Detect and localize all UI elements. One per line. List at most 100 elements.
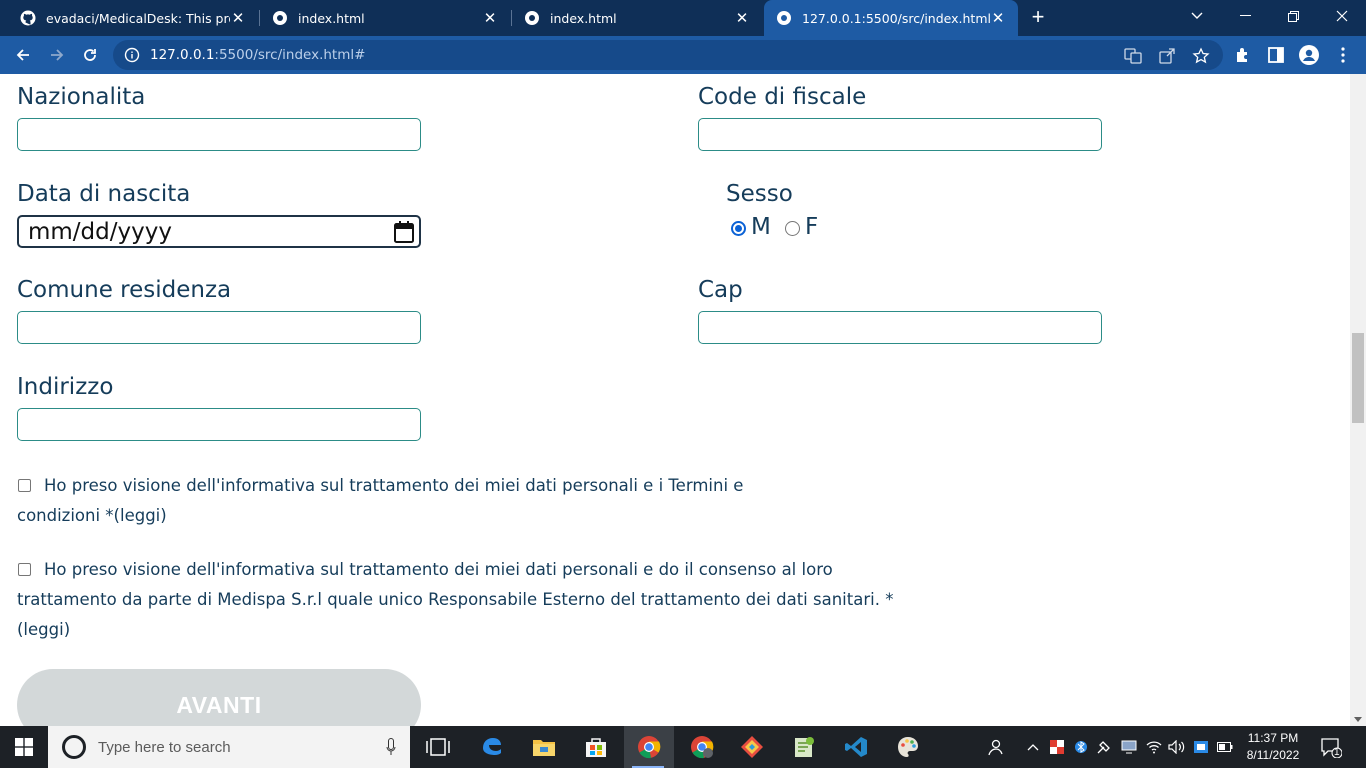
extensions-icon[interactable] (1233, 45, 1253, 65)
tab-title: evadaci/MedicalDesk: This project (46, 10, 230, 26)
back-button[interactable] (9, 41, 37, 69)
tab-github[interactable]: evadaci/MedicalDesk: This project ✕ (0, 0, 258, 36)
people-icon[interactable] (986, 738, 1004, 756)
taskbar-search-box[interactable]: Type here to search (48, 726, 410, 768)
edge-app[interactable] (468, 726, 516, 768)
consent-privacy-line2: trattamento da parte di Medispa S.r.l qu… (17, 590, 894, 609)
wifi-icon[interactable] (1145, 738, 1163, 756)
close-window-button[interactable] (1319, 0, 1365, 32)
comune-residenza-input[interactable] (17, 311, 421, 344)
close-icon[interactable]: ✕ (482, 10, 498, 27)
security-shield-icon[interactable] (1048, 738, 1066, 756)
consent-terms-line2: condizioni *(leggi) (17, 506, 167, 525)
date-value: mm/dd/yyyy (28, 219, 172, 245)
battery-icon[interactable] (1216, 738, 1234, 756)
chrome-icon (638, 736, 661, 759)
clock-date: 8/11/2022 (1246, 748, 1300, 762)
nazionalita-input[interactable] (17, 118, 421, 151)
start-button[interactable] (0, 726, 48, 768)
store-icon (586, 738, 606, 757)
scroll-down-arrow-icon[interactable] (1354, 717, 1362, 722)
browser-tab-bar: evadaci/MedicalDesk: This project ✕ inde… (0, 0, 1366, 36)
paint-app[interactable] (884, 726, 932, 768)
globe-icon (524, 10, 540, 26)
consent-privacy-checkbox[interactable] (18, 563, 31, 576)
forward-button[interactable] (43, 41, 71, 69)
side-panel-icon[interactable] (1266, 45, 1286, 65)
restore-button[interactable] (1270, 0, 1316, 32)
language-icon[interactable] (1192, 738, 1210, 756)
tab-index-2[interactable]: index.html ✕ (504, 0, 762, 36)
clock-time: 11:37 PM (1247, 731, 1299, 745)
sesso-label: Sesso (726, 181, 793, 207)
edge-icon (483, 738, 501, 755)
tab-active-localhost[interactable]: 127.0.0.1:5500/src/index.html# ✕ (764, 0, 1018, 36)
sesso-radio-m[interactable] (731, 221, 746, 236)
bluetooth-icon[interactable] (1072, 738, 1090, 756)
avanti-button[interactable]: AVANTI (17, 669, 421, 726)
reload-button[interactable] (76, 41, 104, 69)
notification-center-icon[interactable]: 1 (1320, 736, 1343, 759)
calendar-icon[interactable] (393, 220, 415, 244)
indirizzo-input[interactable] (17, 408, 421, 441)
reload-icon (84, 49, 96, 61)
vscode-app[interactable] (832, 726, 880, 768)
page-viewport: Nazionalita Code di fiscale Data di nasc… (0, 74, 1350, 726)
file-explorer-app[interactable] (520, 726, 568, 768)
close-icon[interactable]: ✕ (734, 10, 750, 27)
windows-logo-icon (15, 738, 33, 756)
page-scrollbar[interactable] (1350, 74, 1366, 726)
folder-icon (533, 740, 555, 756)
close-icon[interactable]: ✕ (990, 10, 1006, 27)
scrollbar-thumb[interactable] (1352, 333, 1364, 423)
gitkraken-app[interactable] (728, 726, 776, 768)
globe-icon (272, 10, 288, 26)
sesso-option-m-label: M (751, 214, 771, 240)
tab-index-1[interactable]: index.html ✕ (252, 0, 510, 36)
chrome-app-active[interactable] (624, 726, 674, 768)
profile-avatar-icon[interactable] (1299, 45, 1319, 65)
github-icon (20, 10, 36, 26)
consent-terms-checkbox[interactable] (18, 479, 31, 492)
microphone-icon[interactable] (386, 738, 396, 756)
consent-terms-line1: Ho preso visione dell'informativa sul tr… (44, 476, 744, 495)
diamond-app-icon (741, 736, 763, 758)
display-icon[interactable] (1120, 738, 1138, 756)
minimize-button[interactable] (1222, 0, 1268, 32)
close-icon[interactable]: ✕ (230, 10, 246, 27)
codice-fiscale-label: Code di fiscale (698, 84, 867, 110)
usb-device-icon[interactable] (1095, 738, 1113, 756)
taskbar-clock[interactable]: 11:37 PM 8/11/2022 (1236, 730, 1310, 764)
vscode-icon (845, 737, 867, 757)
url-text: 127.0.0.1:5500/src/index.html# (150, 47, 365, 63)
chevron-up-icon[interactable] (1024, 738, 1042, 756)
task-view-button[interactable] (414, 726, 462, 768)
new-tab-button[interactable]: + (1026, 6, 1050, 30)
translate-icon[interactable] (1124, 47, 1142, 65)
cortana-icon[interactable] (62, 735, 86, 759)
chrome-profile-app[interactable] (678, 726, 726, 768)
cap-label: Cap (698, 277, 743, 303)
windows-taskbar: Type here to search 11:37 PM 8/11/2022 1 (0, 726, 1366, 768)
chrome-icon (691, 736, 714, 759)
nazionalita-label: Nazionalita (17, 84, 146, 110)
bookmark-star-icon[interactable] (1192, 47, 1210, 65)
data-nascita-input[interactable]: mm/dd/yyyy (17, 215, 421, 248)
comune-residenza-label: Comune residenza (17, 277, 232, 303)
store-app[interactable] (572, 726, 620, 768)
volume-icon[interactable] (1168, 738, 1186, 756)
url-host: 127.0.0.1 (150, 47, 215, 63)
sesso-radio-f[interactable] (785, 221, 800, 236)
share-icon[interactable] (1158, 47, 1176, 65)
info-icon[interactable] (124, 47, 140, 63)
notepad-app[interactable] (780, 726, 828, 768)
tab-search-icon[interactable] (1174, 0, 1220, 32)
address-bar[interactable]: 127.0.0.1:5500/src/index.html# (113, 40, 1223, 70)
codice-fiscale-input[interactable] (698, 118, 1102, 151)
tab-title: 127.0.0.1:5500/src/index.html# (802, 10, 990, 26)
arrow-left-icon (16, 49, 29, 61)
consent-privacy-line3: (leggi) (17, 620, 71, 639)
paint-palette-icon (898, 737, 918, 757)
cap-input[interactable] (698, 311, 1102, 344)
menu-kebab-icon[interactable] (1333, 45, 1353, 65)
